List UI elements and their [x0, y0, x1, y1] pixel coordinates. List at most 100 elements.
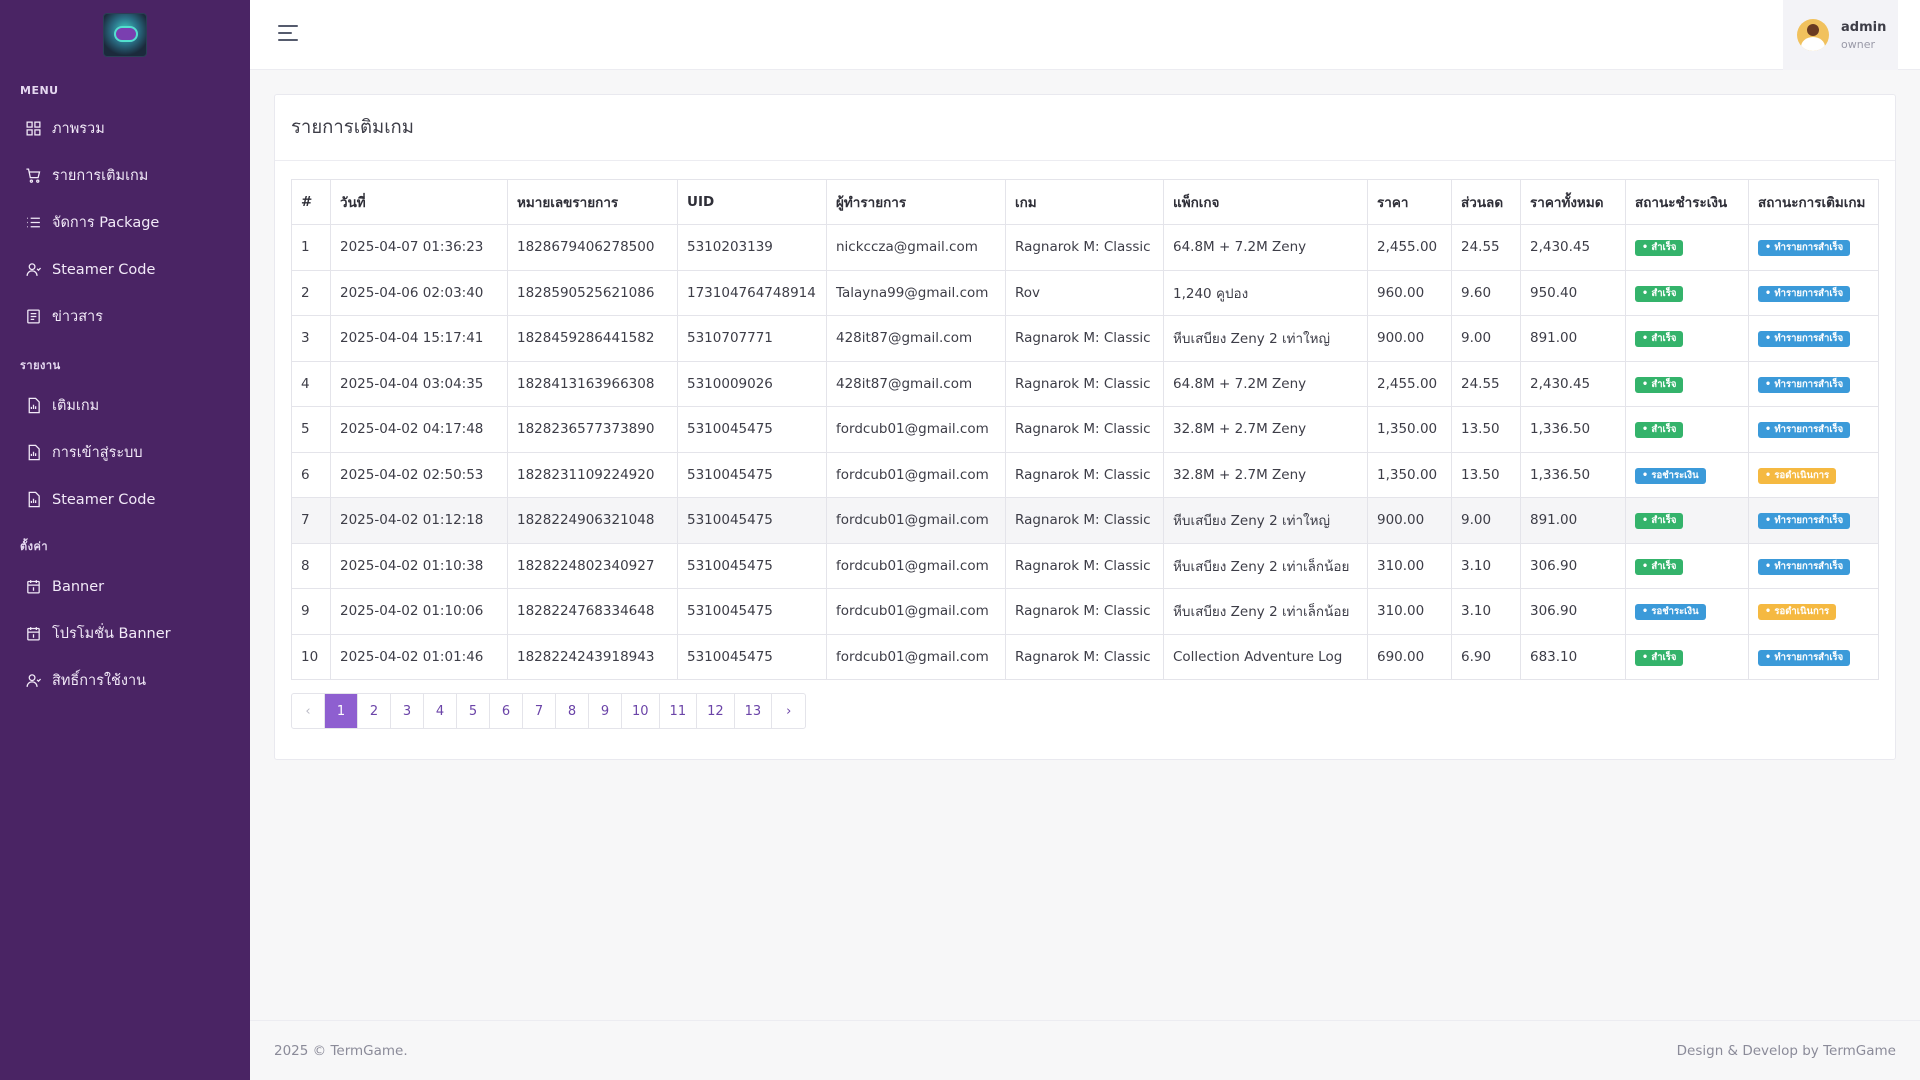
table-cell: Ragnarok M: Classic [1005, 588, 1164, 635]
table-cell: fordcub01@gmail.com [826, 406, 1006, 453]
pagination-page[interactable]: 1 [325, 694, 358, 728]
table-cell: 683.10 [1520, 633, 1626, 680]
table-cell: 2025-04-02 01:10:38 [330, 542, 508, 589]
table-cell: 428it87@gmail.com [826, 360, 1006, 407]
sidebar-item-label: Banner [52, 578, 105, 595]
pagination-page[interactable]: 5 [457, 694, 490, 728]
table-cell: fordcub01@gmail.com [826, 588, 1006, 635]
user-info: admin owner [1841, 20, 1886, 51]
sidebar-item[interactable]: สิทธิ์การใช้งาน [0, 657, 250, 704]
sidebar-item[interactable]: จัดการ Package [0, 199, 250, 246]
table-cell: 891.00 [1520, 315, 1626, 362]
sidebar-item[interactable]: Steamer Code [0, 476, 250, 523]
table-cell: ทำรายการสำเร็จ [1748, 406, 1879, 453]
brand-logo[interactable] [103, 13, 147, 57]
table-cell: fordcub01@gmail.com [826, 497, 1006, 544]
pagination-page[interactable]: 8 [556, 694, 589, 728]
footer-credit: Design & Develop by TermGame [1676, 1043, 1896, 1059]
topup-table: # วันที่ หมายเลขรายการ UID ผู้ทำรายการ เกม แพ็… [291, 179, 1879, 680]
table-cell: 1,336.50 [1520, 451, 1626, 498]
table-row[interactable]: 10 2025-04-02 01:01:46 1828224243918943 531… [291, 633, 1879, 680]
table-row[interactable]: 6 2025-04-02 02:50:53 1828231109224920 5310… [291, 451, 1879, 498]
table-cell: Ragnarok M: Classic [1005, 542, 1164, 589]
table-cell: สำเร็จ [1625, 633, 1749, 680]
table-cell: 2025-04-02 01:10:06 [330, 588, 508, 635]
pagination-page[interactable]: 13 [735, 694, 773, 728]
topup-status-badge: ทำรายการสำเร็จ [1758, 331, 1851, 348]
pagination-page[interactable]: 11 [660, 694, 698, 728]
table-cell: 1828224243918943 [507, 633, 678, 680]
table-cell: 2 [291, 269, 331, 316]
table-cell: 5310045475 [677, 497, 827, 544]
pagination-page[interactable]: 10 [622, 694, 660, 728]
table-cell: Rov [1005, 269, 1164, 316]
table-cell: 1,350.00 [1367, 451, 1452, 498]
table-row[interactable]: 3 2025-04-04 15:17:41 1828459286441582 5310… [291, 315, 1879, 362]
column-header: ราคาทั้งหมด [1520, 179, 1626, 225]
table-cell: 2025-04-02 02:50:53 [330, 451, 508, 498]
sidebar-item[interactable]: การเข้าสู่ระบบ [0, 429, 250, 476]
column-header: หมายเลขรายการ [507, 179, 678, 225]
sidebar-item[interactable]: Banner [0, 563, 250, 610]
table-cell: 2,430.45 [1520, 360, 1626, 407]
menu-toggle-icon[interactable] [278, 25, 300, 43]
table-cell: 9.00 [1451, 315, 1521, 362]
sidebar-item[interactable]: รายการเติมเกม [0, 152, 250, 199]
pagination-page[interactable]: 2 [358, 694, 391, 728]
table-cell: 2025-04-06 02:03:40 [330, 269, 508, 316]
table-cell: รอดำเนินการ [1748, 451, 1879, 498]
table-cell: 9.60 [1451, 269, 1521, 316]
user-menu[interactable]: admin owner [1783, 0, 1898, 70]
table-cell: Ragnarok M: Classic [1005, 497, 1164, 544]
sidebar-item[interactable]: ภาพรวม [0, 105, 250, 152]
user-role: owner [1841, 37, 1875, 51]
sidebar-item[interactable]: เติมเกม [0, 382, 250, 429]
table-cell: 3.10 [1451, 588, 1521, 635]
table-row[interactable]: 7 2025-04-02 01:12:18 1828224906321048 5310… [291, 497, 1879, 544]
table-cell: สำเร็จ [1625, 269, 1749, 316]
table-cell: 2025-04-07 01:36:23 [330, 224, 508, 271]
table-row[interactable]: 4 2025-04-04 03:04:35 1828413163966308 5310… [291, 360, 1879, 407]
card-title: รายการเติมเกม [275, 95, 1895, 161]
sidebar-item[interactable]: ข่าวสาร [0, 293, 250, 340]
sidebar-item-label: การเข้าสู่ระบบ [52, 445, 143, 461]
pagination-page[interactable]: 9 [589, 694, 622, 728]
table-row[interactable]: 8 2025-04-02 01:10:38 1828224802340927 5310… [291, 542, 1879, 589]
table-row[interactable]: 9 2025-04-02 01:10:06 1828224768334648 5310… [291, 588, 1879, 635]
table-cell: หีบเสบียง Zeny 2 เท่าใหญ่ [1163, 497, 1368, 544]
table-row[interactable]: 1 2025-04-07 01:36:23 1828679406278500 5310… [291, 224, 1879, 271]
table-cell: 32.8M + 2.7M Zeny [1163, 406, 1368, 453]
calendar-icon [24, 625, 42, 643]
sidebar-item[interactable]: โปรโมชั่น Banner [0, 610, 250, 657]
pagination-page[interactable]: 6 [490, 694, 523, 728]
column-header: เกม [1005, 179, 1164, 225]
footer-copyright: 2025 © TermGame. [274, 1043, 408, 1059]
table-cell: หีบเสบียง Zeny 2 เท่าเล็กน้อย [1163, 588, 1368, 635]
pagination-prev[interactable]: ‹ [292, 694, 325, 728]
pagination-next[interactable]: › [772, 694, 805, 728]
table-cell: 1,336.50 [1520, 406, 1626, 453]
table-cell: 1828224802340927 [507, 542, 678, 589]
table-cell: 24.55 [1451, 360, 1521, 407]
table-cell: 5310707771 [677, 315, 827, 362]
sidebar-item-label: เติมเกม [52, 398, 100, 414]
table-cell: 8 [291, 542, 331, 589]
table-cell: 24.55 [1451, 224, 1521, 271]
table-body: 1 2025-04-07 01:36:23 1828679406278500 5310… [291, 224, 1879, 680]
sidebar-item[interactable]: Steamer Code [0, 246, 250, 293]
payment-status-badge: รอชำระเงิน [1635, 467, 1706, 484]
table-row[interactable]: 2 2025-04-06 02:03:40 1828590525621086 1731… [291, 269, 1879, 316]
table-cell: ทำรายการสำเร็จ [1748, 497, 1879, 544]
table-cell: รอดำเนินการ [1748, 588, 1879, 635]
column-header: วันที่ [330, 179, 508, 225]
table-cell: 5310045475 [677, 406, 827, 453]
table-cell: ทำรายการสำเร็จ [1748, 633, 1879, 680]
pagination-page[interactable]: 7 [523, 694, 556, 728]
table-cell: 1828459286441582 [507, 315, 678, 362]
table-cell: สำเร็จ [1625, 224, 1749, 271]
table-row[interactable]: 5 2025-04-02 04:17:48 1828236577373890 5310… [291, 406, 1879, 453]
pagination-page[interactable]: 4 [424, 694, 457, 728]
table-cell: รอชำระเงิน [1625, 451, 1749, 498]
pagination-page[interactable]: 12 [697, 694, 735, 728]
pagination-page[interactable]: 3 [391, 694, 424, 728]
